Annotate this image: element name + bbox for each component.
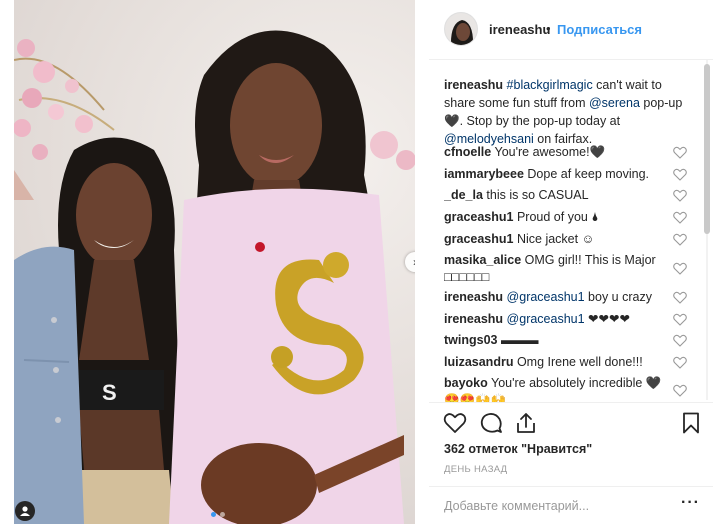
scrollbar-thumb[interactable] <box>704 64 710 234</box>
comment-username[interactable]: graceashu1 <box>444 232 513 246</box>
comment-username[interactable]: masika_alice <box>444 253 521 267</box>
comment-text: Dope af keep moving. <box>527 167 650 181</box>
more-options-button[interactable]: ··· <box>681 494 700 512</box>
comment-text: boy u crazy <box>584 290 652 304</box>
comment-item: iammarybeee Dope af keep moving. <box>444 166 676 183</box>
carousel-dot <box>220 512 225 517</box>
add-comment-section: ··· <box>429 486 713 524</box>
heart-outline-icon[interactable] <box>673 384 687 397</box>
chevron-right-icon: › <box>413 255 415 269</box>
comment-input[interactable] <box>444 497 664 515</box>
heart-outline-icon[interactable] <box>673 291 687 304</box>
comment-text: ❤❤❤❤ <box>584 312 630 326</box>
avatar[interactable] <box>444 12 478 46</box>
heart-outline-icon[interactable] <box>673 211 687 224</box>
svg-text:S: S <box>102 380 117 405</box>
comment-item: graceashu1 Proud of you 🌢 <box>444 209 676 226</box>
header-username[interactable]: ireneashu <box>489 22 550 37</box>
comment-username[interactable]: iammarybeee <box>444 167 524 181</box>
comment-username[interactable]: ireneashu <box>444 290 503 304</box>
heart-outline-icon[interactable] <box>673 313 687 326</box>
bookmark-icon[interactable] <box>679 411 703 435</box>
follow-button[interactable]: Подписаться <box>557 22 642 37</box>
heart-outline-icon[interactable] <box>673 334 687 347</box>
comment-item: luizasandru Omg Irene well done!!! <box>444 354 676 371</box>
comment-username[interactable]: bayoko <box>444 376 488 390</box>
heart-outline-icon[interactable] <box>673 168 687 181</box>
comment-item: bayoko You're absolutely incredible 🖤 😍😍… <box>444 375 676 402</box>
user-tag-icon[interactable] <box>15 501 35 521</box>
heart-outline-icon[interactable] <box>673 262 687 275</box>
comments-list[interactable]: ireneashu #blackgirlmagic can't wait to … <box>429 70 713 402</box>
comments-scrollbar[interactable] <box>703 60 711 400</box>
comment-text: Proud of you 🌢 <box>516 210 599 224</box>
person-right <box>169 30 404 524</box>
carousel-dot-active <box>211 512 216 517</box>
share-icon[interactable] <box>514 411 538 435</box>
comment-username[interactable]: cfnoelle <box>444 145 491 159</box>
post-photo[interactable]: S › <box>14 0 415 524</box>
comment-item: graceashu1 Nice jacket ☺ <box>444 231 676 248</box>
comment-item: ireneashu @graceashu1 boy u crazy <box>444 289 676 306</box>
comment-item: _de_la this is so CASUAL <box>444 187 676 204</box>
post-sidebar: ireneashu • Подписаться ireneashu #black… <box>429 0 713 524</box>
comment-item: twings03 ▬▬▬ <box>444 332 676 349</box>
comment-item: ireneashu @graceashu1 ❤❤❤❤ <box>444 311 676 328</box>
comment-text: Omg Irene well done!!! <box>516 355 643 369</box>
comment-username[interactable]: _de_la <box>444 188 483 202</box>
comment-text-line2: 😍😍🙌🙌 <box>444 393 507 402</box>
post-actions <box>429 402 713 442</box>
likes-count[interactable]: 362 отметок "Нравится" <box>444 442 592 456</box>
caption-mention[interactable]: @serena <box>589 96 640 110</box>
heart-outline-icon[interactable] <box>673 356 687 369</box>
caption-hashtag[interactable]: #blackgirlmagic <box>507 78 593 92</box>
post-header: ireneashu • Подписаться <box>429 0 713 60</box>
comment-text: ▬▬▬ <box>500 333 539 347</box>
comment-text: this is so CASUAL <box>486 188 589 202</box>
carousel-dots <box>211 512 225 517</box>
comment-text: OMG girl!! This is Major <box>524 253 656 267</box>
comment-text: Nice jacket ☺ <box>516 232 595 246</box>
comment-icon[interactable] <box>479 411 503 435</box>
caption-username[interactable]: ireneashu <box>444 78 503 92</box>
comment-username[interactable]: graceashu1 <box>444 210 513 224</box>
comment-item: cfnoelle You're awesome!🖤 <box>444 144 676 161</box>
comment-username[interactable]: twings03 <box>444 333 498 347</box>
comment-mention[interactable]: @graceashu1 <box>507 312 585 326</box>
comment-text: You're absolutely incredible 🖤 <box>491 376 662 390</box>
heart-outline-icon[interactable] <box>673 233 687 246</box>
comment-username[interactable]: luizasandru <box>444 355 513 369</box>
post-timestamp: ДЕНЬ НАЗАД <box>444 464 508 475</box>
comment-mention[interactable]: @graceashu1 <box>507 290 585 304</box>
heart-icon[interactable] <box>443 411 467 435</box>
header-separator: • <box>546 21 551 36</box>
comment-item: masika_alice OMG girl!! This is Major □□… <box>444 252 676 286</box>
comment-text-line2: □□□□□□ <box>444 270 490 284</box>
post-caption: ireneashu #blackgirlmagic can't wait to … <box>444 76 694 148</box>
heart-outline-icon[interactable] <box>673 146 687 159</box>
comment-text: You're awesome!🖤 <box>494 145 606 159</box>
heart-outline-icon[interactable] <box>673 189 687 202</box>
comment-username[interactable]: ireneashu <box>444 312 503 326</box>
